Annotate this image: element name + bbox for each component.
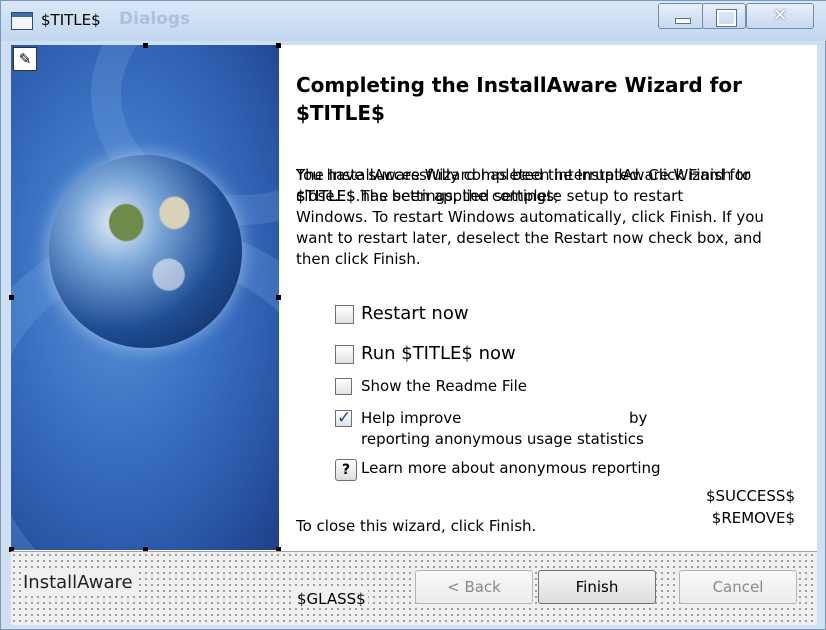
overlap-line2-b: $TITLE$ The settings, the complete setup…	[296, 187, 684, 205]
restart-now-label: Restart now	[361, 303, 469, 324]
token-placeholders: $SUCCESS$ $REMOVE$	[706, 485, 795, 529]
remove-token: $REMOVE$	[711, 509, 795, 527]
close-instructions: To close this wizard, click Finish.	[296, 517, 537, 535]
restart-instructions: Windows. To restart Windows automaticall…	[296, 208, 764, 268]
finish-button[interactable]: Finish	[538, 570, 656, 604]
close-button[interactable]: ✕	[746, 3, 814, 29]
help-improve-by: by	[629, 409, 648, 427]
selection-handle[interactable]	[143, 43, 148, 48]
maximize-button[interactable]	[702, 3, 746, 29]
globe-image	[49, 155, 242, 348]
installer-window: $TITLE$ Dialogs ✕ ✎ Completing the Insta…	[0, 0, 826, 630]
edit-icon[interactable]: ✎	[13, 47, 37, 71]
selection-handle[interactable]	[9, 295, 14, 300]
run-now-checkbox[interactable]	[335, 345, 354, 364]
window-icon	[11, 12, 33, 30]
back-button[interactable]: < Back	[415, 570, 533, 604]
brand-label: InstallAware	[21, 572, 135, 593]
glass-token: $GLASS$	[295, 590, 368, 608]
selection-handle[interactable]	[276, 295, 281, 300]
window-title: $TITLE$	[41, 11, 101, 29]
learn-more-link[interactable]: Learn more about anonymous reporting	[361, 459, 661, 477]
readme-checkbox[interactable]	[335, 378, 352, 395]
completion-message: You have successfully completed the Inst…	[296, 165, 796, 270]
title-bar: $TITLE$ Dialogs ✕	[1, 1, 826, 41]
help-improve-checkbox[interactable]	[335, 408, 352, 428]
footer-bar: InstallAware $GLASS$ < Back Finish Cance…	[11, 551, 817, 625]
cancel-button[interactable]: Cancel	[679, 570, 797, 604]
overlapping-text-block: You have successfully completed the Inst…	[296, 165, 796, 207]
help-improve-label: Help improve	[361, 409, 462, 427]
ghost-title: Dialogs	[119, 9, 191, 29]
close-icon: ✕	[772, 5, 788, 26]
readme-label: Show the Readme File	[361, 377, 528, 395]
wizard-banner-image: ✎	[11, 45, 279, 550]
help-improve-label-line2: reporting anonymous usage statistics	[361, 430, 644, 448]
run-now-label: Run $TITLE$ now	[361, 343, 516, 364]
selection-handle[interactable]	[276, 43, 281, 48]
restart-now-checkbox[interactable]	[335, 305, 354, 324]
page-title: Completing the InstallAware Wizard for $…	[296, 73, 742, 125]
minimize-button[interactable]	[658, 3, 704, 29]
help-button[interactable]: ?	[335, 459, 357, 481]
success-token: $SUCCESS$	[705, 487, 795, 505]
wizard-client-area: ✎ Completing the InstallAware Wizard for…	[9, 43, 817, 625]
